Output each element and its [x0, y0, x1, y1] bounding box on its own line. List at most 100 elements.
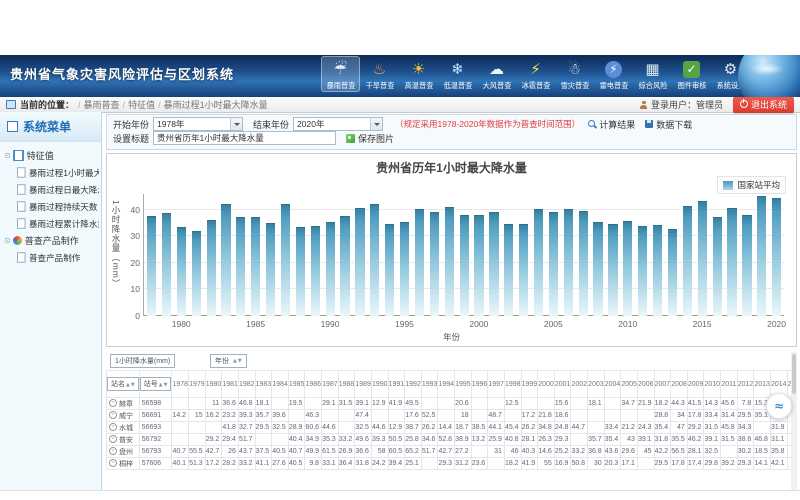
station-radio[interactable]: [109, 447, 117, 455]
breadcrumb-link[interactable]: 暴雨普查: [84, 100, 120, 110]
nav-item-label: 冰雹普查: [521, 81, 550, 91]
value-cell: 33.2: [338, 434, 355, 446]
year-col-header: 2006: [637, 371, 654, 398]
chart-title-input[interactable]: 贵州省历年1小时最大降水量: [153, 131, 336, 145]
value-cell: 12.9: [388, 422, 405, 434]
value-cell: 25.8: [405, 434, 422, 446]
nav-item-snow[interactable]: ☃雪灾普查: [555, 56, 594, 92]
value-cell: 49.6: [355, 434, 372, 446]
value-cell: [438, 410, 455, 422]
value-cell: 29.5: [654, 458, 671, 470]
station-name-sort[interactable]: 站名▲▼: [107, 377, 139, 391]
year-col-header: 1989: [355, 371, 372, 398]
value-cell: [754, 422, 771, 434]
top-nav: ☔暴雨普查♨干旱普查☀高温普查❄低温普查☁大风普查⚡冰雹普查☃雪灾普查⚡雷电普查…: [321, 56, 750, 92]
value-cell: 17.8: [671, 458, 688, 470]
value-cell: 40.3: [521, 446, 538, 458]
value-cell: 36.6: [222, 398, 239, 410]
document-icon: [17, 184, 26, 194]
nav-item-map-audit[interactable]: ✓图件审核: [672, 56, 711, 92]
sidebar-item[interactable]: 暴雨过程1小时最大降水量: [2, 164, 99, 181]
floating-assist-widget[interactable]: ≈: [766, 393, 792, 419]
start-year-select[interactable]: 1978年: [153, 117, 243, 131]
value-cell: [521, 398, 538, 410]
lightning-icon: ⚡: [603, 58, 625, 80]
value-cell: 29.2: [205, 434, 222, 446]
value-cell: [438, 398, 455, 410]
value-cell: [571, 410, 588, 422]
value-cell: 14.2: [172, 410, 189, 422]
value-cell: 18.6: [554, 410, 571, 422]
value-cell: 43.6: [604, 446, 621, 458]
sidebar-item[interactable]: 普查产品制作: [2, 249, 99, 266]
end-year-select[interactable]: 2020年: [293, 117, 383, 131]
table-scrollbar[interactable]: [791, 352, 797, 491]
bar: [326, 222, 335, 316]
value-cell: 35.4: [604, 434, 621, 446]
value-cell: 34.8: [538, 422, 555, 434]
breadcrumb-link[interactable]: 暴雨过程1小时最大降水量: [164, 100, 268, 110]
nav-item-lightning[interactable]: ⚡雷电普查: [594, 56, 633, 92]
sort-arrows-icon: ▲▼: [125, 381, 135, 388]
value-cell: 25.9: [488, 434, 505, 446]
sidebar-item[interactable]: 暴雨过程日最大降水量: [2, 181, 99, 198]
bar: [713, 217, 722, 316]
value-cell: 13.2: [471, 434, 488, 446]
value-cell: 51.7: [238, 434, 255, 446]
bar: [177, 227, 186, 316]
nav-item-label: 雪灾普查: [560, 81, 589, 91]
sidebar-group-products[interactable]: ⊙普查产品制作: [2, 232, 99, 249]
nav-item-risk[interactable]: ▦综合风险: [633, 56, 672, 92]
bar: [534, 209, 543, 316]
data-download-button[interactable]: 数据下载: [645, 118, 692, 131]
value-cell: [322, 410, 339, 422]
bar: [266, 223, 275, 316]
year-col-header: 1978: [172, 371, 189, 398]
value-cell: 41.8: [222, 422, 239, 434]
station-radio[interactable]: [109, 399, 117, 407]
calc-result-button[interactable]: 计算结果: [588, 118, 635, 131]
sidebar-group-features[interactable]: ⊙特征值: [2, 147, 99, 164]
value-cell: 46.8: [238, 398, 255, 410]
measure-filter-box[interactable]: 1小时降水量(mm): [110, 354, 175, 368]
station-radio[interactable]: [109, 459, 117, 467]
breadcrumb-link[interactable]: 特征值: [128, 100, 155, 110]
value-cell: 42.7: [438, 446, 455, 458]
nav-item-drought[interactable]: ♨干旱普查: [360, 56, 399, 92]
value-cell: 19.5: [288, 398, 305, 410]
sidebar-item-label: 暴雨过程累计降水量: [29, 217, 99, 229]
year-col-header: 2008: [671, 371, 688, 398]
sidebar-item[interactable]: 暴雨过程累计降水量: [2, 215, 99, 232]
table-filters: 1小时降水量(mm) 年份 ▲▼: [106, 352, 797, 370]
nav-item-rainstorm[interactable]: ☔暴雨普查: [321, 56, 360, 92]
value-cell: 39.4: [388, 458, 405, 470]
value-cell: [388, 410, 405, 422]
value-cell: 14.1: [754, 458, 771, 470]
value-cell: 40.7: [288, 446, 305, 458]
value-cell: 38.9: [455, 434, 472, 446]
value-cell: [288, 410, 305, 422]
bar: [400, 222, 409, 316]
nav-item-low-temp[interactable]: ❄低温普查: [438, 56, 477, 92]
value-cell: 24.3: [637, 422, 654, 434]
year-sort-box[interactable]: 年份 ▲▼: [210, 354, 247, 368]
value-cell: 20.6: [455, 398, 472, 410]
chart-title: 贵州省历年1小时最大降水量: [107, 159, 796, 176]
nav-item-hail[interactable]: ⚡冰雹普查: [516, 56, 555, 92]
x-tick-label: 1990: [321, 319, 340, 329]
save-image-button[interactable]: 保存图片: [346, 132, 394, 145]
station-id-sort[interactable]: 站号▲▼: [140, 377, 172, 391]
bar: [489, 212, 498, 316]
station-radio[interactable]: [109, 423, 117, 431]
station-radio[interactable]: [109, 435, 117, 443]
value-cell: 38.5: [471, 422, 488, 434]
logout-button[interactable]: 退出系统: [733, 97, 794, 113]
nav-item-wind[interactable]: ☁大风普查: [477, 56, 516, 92]
chart-legend[interactable]: 国家站平均: [717, 176, 786, 194]
year-col-header: 2010: [704, 371, 721, 398]
station-radio[interactable]: [109, 411, 117, 419]
nav-item-high-temp[interactable]: ☀高温普查: [399, 56, 438, 92]
value-cell: 35.3: [322, 434, 339, 446]
value-cell: 43: [621, 434, 638, 446]
sidebar-item[interactable]: 暴雨过程持续天数: [2, 198, 99, 215]
